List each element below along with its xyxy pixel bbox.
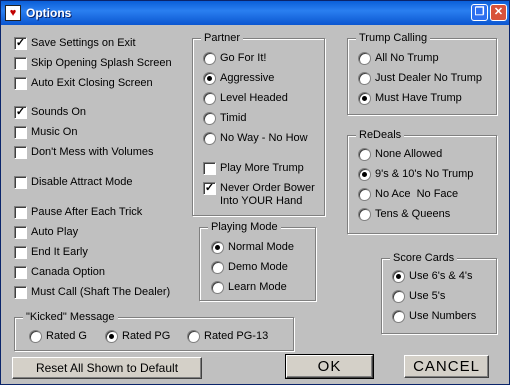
checkbox-label: Auto Play xyxy=(31,226,79,238)
radio-label: Rated G xyxy=(46,330,87,342)
radio-label: Just Dealer No Trump xyxy=(375,72,482,84)
options-window: ♥ Options ❐ ✕ ✓ Save Settings on Exit Sk… xyxy=(0,0,510,385)
reset-defaults-button[interactable]: Reset All Shown to Default xyxy=(12,357,202,379)
checkbox-label: Play More Trump xyxy=(220,162,304,174)
restore-icon: ❐ xyxy=(474,6,485,18)
checkbox-box[interactable] xyxy=(14,126,27,139)
radio-label: Rated PG-13 xyxy=(204,330,269,342)
group-title: "Kicked" Message xyxy=(23,310,118,324)
radio-circle[interactable] xyxy=(203,112,216,125)
radio-circle[interactable] xyxy=(358,72,371,85)
group-title: Trump Calling xyxy=(356,31,431,45)
radio-label: No Ace No Face xyxy=(375,188,459,200)
radio-label: None Allowed xyxy=(375,148,443,160)
title-bar[interactable]: ♥ Options ❐ ✕ xyxy=(1,1,509,25)
radio-circle[interactable] xyxy=(358,52,371,65)
checkbox-label: Must Call (Shaft The Dealer) xyxy=(31,286,171,298)
group-title: Partner xyxy=(201,31,244,45)
checkbox-box[interactable] xyxy=(14,246,27,259)
radio-label: Demo Mode xyxy=(228,261,288,273)
radio-circle[interactable] xyxy=(211,241,224,254)
checkbox-label: Never Order Bower Into YOUR Hand xyxy=(220,182,315,207)
radio-circle[interactable] xyxy=(203,72,216,85)
checkbox-label: Save Settings on Exit xyxy=(31,37,136,49)
checkbox-box[interactable] xyxy=(14,176,27,189)
radio-circle[interactable] xyxy=(211,281,224,294)
checkbox-label: Pause After Each Trick xyxy=(31,206,143,218)
radio-label: Must Have Trump xyxy=(375,92,462,104)
radio-circle[interactable] xyxy=(203,52,216,65)
restore-button[interactable]: ❐ xyxy=(471,4,488,21)
radio-circle[interactable] xyxy=(203,132,216,145)
checkbox-label: Skip Opening Splash Screen xyxy=(31,57,172,69)
radio-label: No Way - No How xyxy=(220,132,308,144)
checkbox-box[interactable] xyxy=(14,206,27,219)
checkbox-label: Disable Attract Mode xyxy=(31,176,133,188)
radio-circle[interactable] xyxy=(358,188,371,201)
checkbox-box[interactable] xyxy=(14,146,27,159)
radio-label: Aggressive xyxy=(220,72,275,84)
radio-circle[interactable] xyxy=(392,310,405,323)
checkbox-box[interactable]: ✓ xyxy=(203,182,216,195)
checkbox-box[interactable]: ✓ xyxy=(14,106,27,119)
checkbox-box[interactable] xyxy=(14,286,27,299)
checkbox-box[interactable] xyxy=(14,226,27,239)
radio-circle[interactable] xyxy=(187,330,200,343)
radio-circle[interactable] xyxy=(29,330,42,343)
group-title: ReDeals xyxy=(356,128,405,142)
radio-circle[interactable] xyxy=(211,261,224,274)
radio-label: Use Numbers xyxy=(409,310,477,322)
radio-label: Level Headed xyxy=(220,92,288,104)
window-title: Options xyxy=(26,6,72,20)
checkbox-box[interactable]: ✓ xyxy=(14,37,27,50)
group-title: Playing Mode xyxy=(208,220,281,234)
close-button[interactable]: ✕ xyxy=(490,4,507,21)
checkbox-label: Auto Exit Closing Screen xyxy=(31,77,153,89)
radio-circle[interactable] xyxy=(392,290,405,303)
radio-label: Tens & Queens xyxy=(375,208,451,220)
radio-circle[interactable] xyxy=(105,330,118,343)
checkbox-box[interactable] xyxy=(14,266,27,279)
radio-label: Go For It! xyxy=(220,52,267,64)
radio-label: Use 6's & 4's xyxy=(409,270,473,282)
radio-label: 9's & 10's No Trump xyxy=(375,168,474,180)
radio-circle[interactable] xyxy=(203,92,216,105)
checkbox-label: Sounds On xyxy=(31,106,87,118)
checkbox-label: End It Early xyxy=(31,246,88,258)
radio-label: Timid xyxy=(220,112,247,124)
radio-label: Normal Mode xyxy=(228,241,295,253)
group-title: Score Cards xyxy=(390,251,458,265)
radio-label: Rated PG xyxy=(122,330,171,342)
radio-circle[interactable] xyxy=(358,208,371,221)
close-icon: ✕ xyxy=(493,6,504,18)
radio-circle[interactable] xyxy=(358,148,371,161)
radio-circle[interactable] xyxy=(358,92,371,105)
radio-label: Use 5's xyxy=(409,290,446,302)
checkbox-label: Canada Option xyxy=(31,266,105,278)
card-icon: ♥ xyxy=(5,5,21,21)
checkbox-label: Don't Mess with Volumes xyxy=(31,146,154,158)
radio-circle[interactable] xyxy=(392,270,405,283)
cancel-button[interactable]: CANCEL xyxy=(404,355,489,378)
checkbox-box[interactable] xyxy=(14,57,27,70)
radio-circle[interactable] xyxy=(358,168,371,181)
radio-label: All No Trump xyxy=(375,52,439,64)
radio-label: Learn Mode xyxy=(228,281,287,293)
checkbox-label: Music On xyxy=(31,126,78,138)
ok-button[interactable]: OK xyxy=(285,354,374,379)
checkbox-box[interactable] xyxy=(14,77,27,90)
checkbox-box[interactable] xyxy=(203,162,216,175)
